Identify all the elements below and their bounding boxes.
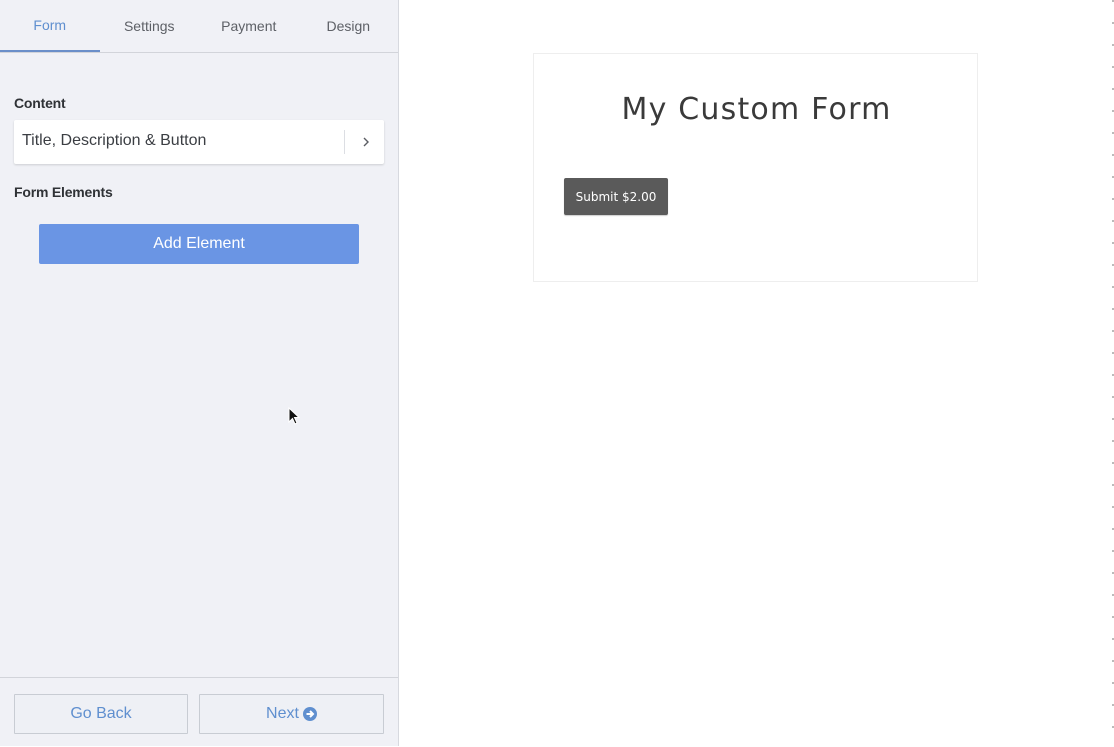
form-title[interactable]: My Custom Form	[534, 92, 979, 127]
next-button[interactable]: Next	[199, 694, 384, 734]
form-elements-section-label: Form Elements	[14, 184, 113, 200]
go-back-button[interactable]: Go Back	[14, 694, 188, 734]
add-element-button[interactable]: Add Element	[39, 224, 359, 264]
content-title-description-button-row[interactable]: Title, Description & Button	[14, 120, 384, 164]
tab-settings[interactable]: Settings	[100, 0, 200, 52]
chevron-right-icon	[363, 137, 369, 147]
mouse-cursor-icon	[288, 407, 301, 425]
go-back-label: Go Back	[70, 705, 132, 722]
content-section-label: Content	[14, 95, 66, 111]
tab-design[interactable]: Design	[299, 0, 399, 52]
next-label: Next	[266, 705, 299, 722]
sidebar-footer: Go Back Next	[0, 677, 398, 747]
tab-payment[interactable]: Payment	[199, 0, 299, 52]
editor-tabs: Form Settings Payment Design	[0, 0, 398, 53]
form-preview-card: My Custom Form Submit $2.00	[533, 53, 978, 282]
content-row-label: Title, Description & Button	[22, 132, 207, 149]
editor-sidebar: Form Settings Payment Design Content Tit…	[0, 0, 399, 746]
arrow-circle-right-icon	[302, 707, 317, 721]
content-row-divider	[344, 130, 345, 154]
tab-form[interactable]: Form	[0, 0, 100, 52]
submit-button[interactable]: Submit $2.00	[564, 178, 668, 215]
